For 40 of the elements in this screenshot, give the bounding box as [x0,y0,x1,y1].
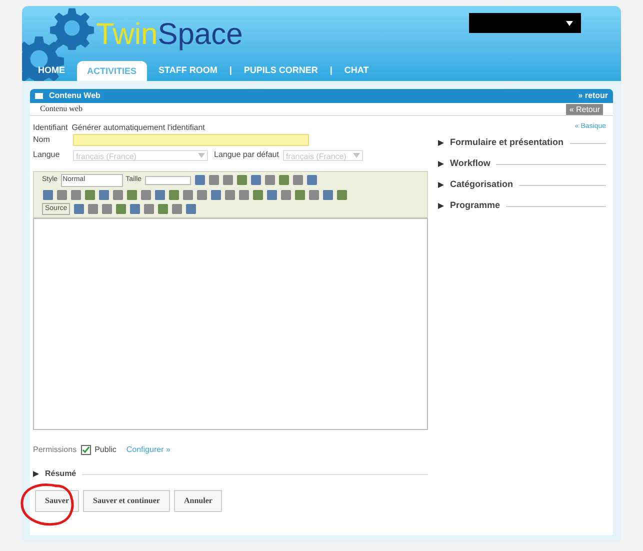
default-language-label: Langue par défaut [214,149,279,161]
toolbar-icons-drawing[interactable] [194,174,320,186]
section-label[interactable]: Catégorisation [450,178,514,192]
logo-text: Space [158,20,243,50]
permissions-label: Permissions [33,444,77,456]
public-checkbox[interactable] [80,445,91,455]
section-label[interactable]: Programme [450,199,500,213]
expand-triangle-icon[interactable] [438,182,444,188]
size-select[interactable] [144,176,191,185]
summary-label[interactable]: Résumé [45,468,76,480]
form-button[interactable]: Sauver [35,490,79,512]
configure-link[interactable]: Configurer » [126,444,170,456]
public-label: Public [94,444,116,456]
expand-triangle-icon[interactable] [438,161,444,167]
nav-separator: | [330,64,332,77]
name-field[interactable] [73,134,309,146]
caret-icon [566,20,573,26]
panel-subtitle: Contenu web [40,103,82,115]
nav-separator: | [229,64,232,77]
panel-title: Contenu Web [35,90,100,102]
back-button[interactable]: « Retour [566,104,603,114]
identifier-value: Générer automatiquement l'identifiant [72,122,205,134]
identifier-label: Identifiant [33,122,68,134]
expand-triangle-icon[interactable] [33,471,39,477]
form-button[interactable]: Sauver et continuer [83,490,170,512]
caret-icon [352,152,360,158]
gear-icon [22,34,64,81]
nav-tab[interactable]: HOME [34,64,69,81]
logo-text: Twin [96,20,158,50]
expand-triangle-icon[interactable] [438,140,444,146]
gear-icon [50,6,94,50]
form-button[interactable]: Annuler [174,490,222,512]
back-link[interactable]: » retour [578,90,608,102]
name-label: Nom [33,134,51,146]
section-label[interactable]: Formulaire et présentation [450,136,564,150]
section-label[interactable]: Workflow [450,157,490,171]
language-label: Langue [33,149,61,161]
caret-icon [198,152,205,158]
expand-triangle-icon[interactable] [438,203,444,209]
toolbar-icons-drawing[interactable] [42,188,350,200]
